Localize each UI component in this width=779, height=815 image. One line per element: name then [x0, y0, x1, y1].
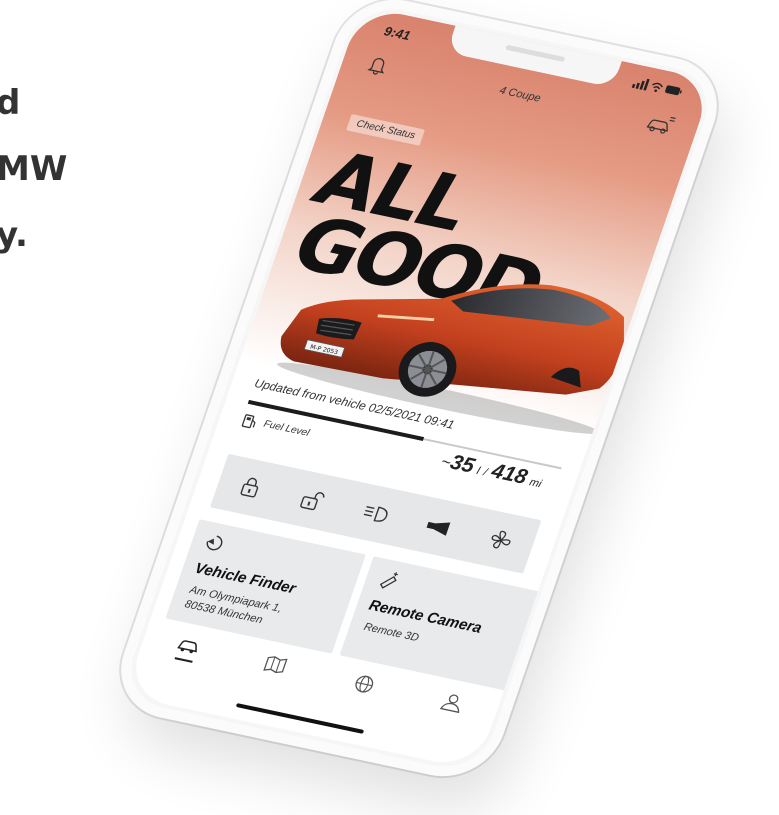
drone-camera-icon	[379, 572, 398, 589]
remote-camera-card[interactable]: Remote Camera Remote 3D	[339, 556, 540, 691]
unlock-icon	[300, 492, 325, 511]
headlight-icon	[363, 506, 388, 522]
fuel-level-label: Fuel Level	[262, 418, 311, 439]
ventilation-button[interactable]	[479, 523, 523, 557]
headlight-button[interactable]	[354, 497, 398, 531]
active-tab-indicator	[174, 657, 193, 663]
globe-icon	[355, 675, 374, 693]
profile-icon	[439, 694, 460, 714]
range-miles-value: 418	[488, 459, 531, 489]
tab-vehicle[interactable]	[160, 632, 211, 675]
horn-button[interactable]	[416, 510, 460, 544]
phone-frame: 9:41 4 Coupe Check Status ALL GOOD M-P 2…	[105, 0, 733, 787]
locate-icon	[206, 535, 223, 551]
remote-camera-subtitle: Remote 3D	[362, 621, 421, 645]
tab-map[interactable]	[248, 651, 299, 694]
map-icon	[263, 656, 288, 674]
unlock-button[interactable]	[291, 483, 335, 517]
fuel-pump-icon	[241, 414, 256, 429]
tab-profile[interactable]	[425, 688, 476, 731]
stage: 9:41 4 Coupe Check Status ALL GOOD M-P 2…	[0, 0, 779, 815]
lock-icon	[240, 477, 259, 498]
car-icon	[177, 640, 197, 654]
range-readout: ~35 l / 418 mi	[438, 450, 544, 491]
app-screen: 9:41 4 Coupe Check Status ALL GOOD M-P 2…	[124, 5, 714, 771]
horn-icon	[426, 521, 451, 536]
vehicle-finder-card[interactable]: Vehicle Finder Am Olympiapark 1, 80538 M…	[165, 519, 366, 654]
lock-button[interactable]	[228, 470, 272, 504]
fan-icon	[491, 530, 511, 549]
tab-explore[interactable]	[337, 669, 388, 712]
